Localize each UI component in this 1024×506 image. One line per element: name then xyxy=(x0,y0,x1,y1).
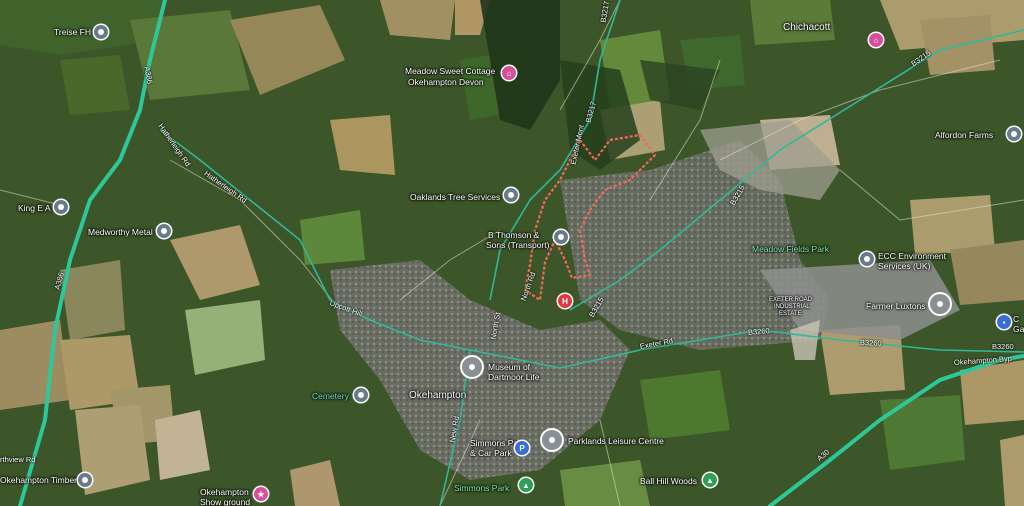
parking-icon: P xyxy=(519,443,525,453)
place-label-showground-1: Okehampton xyxy=(200,487,249,497)
place-label-oaklands: Oaklands Tree Services xyxy=(410,192,501,202)
photo-icon xyxy=(549,437,555,443)
apartment-icon: ⌂ xyxy=(506,68,512,78)
place-pin-alfordon[interactable] xyxy=(1007,127,1021,141)
satellite-map[interactable]: Treise FH Meadow Sweet Cottage Okehampto… xyxy=(0,0,1024,506)
place-label-b-thomson-2: Sons (Transport) xyxy=(486,240,550,250)
place-label-showground-2: Show ground xyxy=(200,497,251,506)
place-pin-king-e-a[interactable] xyxy=(54,200,68,214)
photo-icon xyxy=(937,301,943,307)
info-icon xyxy=(82,477,88,483)
place-label-ball-hill: Ball Hill Woods xyxy=(640,476,698,486)
town-label-chichacott[interactable]: Chichacott xyxy=(783,23,830,33)
town-label-okehampton[interactable]: Okehampton xyxy=(409,391,466,401)
place-label-simmons-car-park-2: & Car Park xyxy=(470,448,512,458)
place-pin-medworthy[interactable] xyxy=(157,224,171,238)
event-icon: ★ xyxy=(257,489,265,499)
place-photo-museum[interactable] xyxy=(462,357,482,377)
place-label-b-thomson-1: B Thomson & xyxy=(488,230,540,240)
place-pin-ecc[interactable] xyxy=(860,252,874,266)
info-icon xyxy=(98,29,104,35)
photo-icon xyxy=(469,364,475,370)
place-label-parklands: Parklands Leisure Centre xyxy=(568,436,664,446)
place-pin-cemetery[interactable] xyxy=(354,388,368,402)
info-icon xyxy=(864,256,870,262)
apartment-icon: ⌂ xyxy=(873,35,879,45)
park-pin-simmons[interactable]: ▲ xyxy=(519,478,533,492)
place-photo-farmer-luxtons[interactable] xyxy=(930,294,950,314)
place-label-ecc-2: Services (UK) xyxy=(878,261,931,271)
place-label-farmer-luxtons: Farmer Luxtons xyxy=(866,301,926,311)
place-label-museum-1: Museum of xyxy=(488,362,531,372)
place-pin-chichacott[interactable]: ⌂ xyxy=(869,33,883,47)
place-label-industrial-2: INDUSTRIAL xyxy=(774,304,810,310)
place-label-simmons-park: Simmons Park xyxy=(454,483,510,493)
place-label-industrial-3: ESTATE xyxy=(779,311,802,317)
place-pin-b-thomson[interactable] xyxy=(554,230,568,244)
place-pin-meadow-sweet[interactable]: ⌂ xyxy=(502,66,516,80)
info-icon xyxy=(58,204,64,210)
shopping-icon: ▪ xyxy=(1002,317,1006,327)
info-icon xyxy=(508,192,514,198)
info-icon xyxy=(161,228,167,234)
place-photo-parklands[interactable] xyxy=(542,430,562,450)
place-pin-okehampton-timber[interactable] xyxy=(78,473,92,487)
place-label-king-e-a: King E A xyxy=(18,203,51,213)
place-pin-treise-fh[interactable] xyxy=(94,25,108,39)
info-icon xyxy=(358,392,364,398)
place-label-alfordon: Alfordon Farms xyxy=(935,130,994,140)
place-label-edge-2: Ga xyxy=(1013,324,1024,334)
place-label-ecc-1: ECC Environment xyxy=(878,251,947,261)
tree-icon: ▲ xyxy=(706,475,714,485)
parking-pin[interactable]: P xyxy=(515,441,529,455)
road-label-b3260-2: B3260 xyxy=(859,338,882,348)
road-label-northview-rd: rthview Rd xyxy=(0,455,36,464)
road-label-b3260-3: B3260 xyxy=(992,342,1014,351)
place-label-meadow-fields-park: Meadow Fields Park xyxy=(752,244,830,254)
place-label-museum-2: Dartmoor Life xyxy=(488,372,540,382)
info-icon xyxy=(558,234,564,240)
place-pin-showground[interactable]: ★ xyxy=(254,487,268,501)
place-label-edge-1: C xyxy=(1013,314,1020,324)
hospital-icon: H xyxy=(562,296,568,306)
place-label-okehampton-timber: Okehampton Timber xyxy=(0,475,78,485)
info-icon xyxy=(1011,131,1017,137)
place-pin-oaklands[interactable] xyxy=(504,188,518,202)
park-pin-ball-hill[interactable]: ▲ xyxy=(703,473,717,487)
road-label-b3260-1: B3260 xyxy=(747,326,770,337)
hospital-pin[interactable]: H xyxy=(558,294,572,308)
place-label-cemetery: Cemetery xyxy=(312,391,349,401)
place-label-treise-fh: Treise FH xyxy=(54,27,91,37)
tree-icon: ▲ xyxy=(522,480,530,490)
place-label-meadow-sweet-1: Meadow Sweet Cottage xyxy=(405,66,496,76)
place-label-industrial-1: EXETER ROAD xyxy=(769,297,813,303)
place-label-medworthy: Medworthy Metal xyxy=(88,227,153,237)
place-pin-edge[interactable]: ▪ xyxy=(997,315,1011,329)
place-label-meadow-sweet-2: Okehampton Devon xyxy=(408,77,484,87)
